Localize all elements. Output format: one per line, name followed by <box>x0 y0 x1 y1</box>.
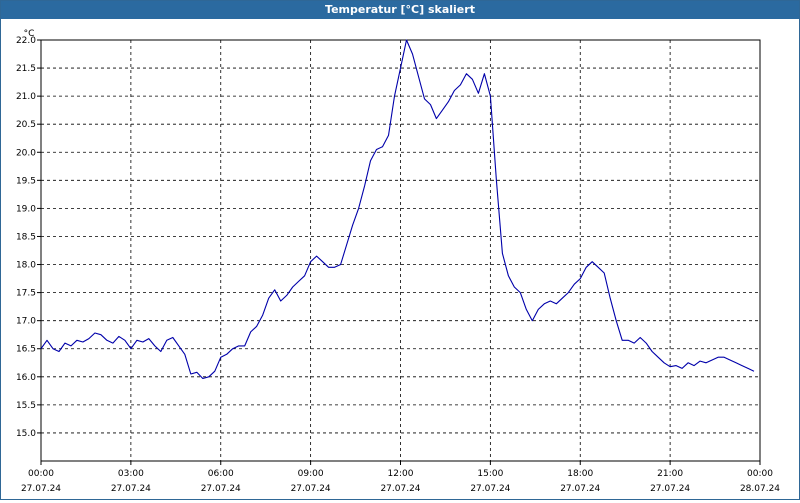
x-tick-date-label: 27.07.24 <box>291 484 331 494</box>
temperature-chart: 15.0 15.5 16.0 16.5 17.0 17.5 18.0 18.5 19.0 19.5… <box>16 29 780 494</box>
y-tick-label: 18.5 <box>16 232 36 242</box>
x-tick-date-label: 27.07.24 <box>650 484 690 494</box>
y-tick-label: 17.5 <box>16 289 36 299</box>
x-tick-date-label: 27.07.24 <box>470 484 510 494</box>
x-tick-date-label: 27.07.24 <box>201 484 241 494</box>
x-tick-time-label: 03:00 <box>118 469 144 479</box>
y-tick-label: 16.0 <box>16 373 36 383</box>
x-tick-date-label: 27.07.24 <box>111 484 151 494</box>
x-tick-date-label: 27.07.24 <box>21 484 61 494</box>
x-tick-time-label: 15:00 <box>477 469 503 479</box>
x-tick-time-label: 21:00 <box>657 469 683 479</box>
x-tick-time-label: 12:00 <box>388 469 414 479</box>
x-tick-date-label: 27.07.24 <box>380 484 420 494</box>
y-tick-label: 21.0 <box>16 92 36 102</box>
x-tick-time-label: 00:00 <box>747 469 773 479</box>
y-tick-label: 20.5 <box>16 120 36 130</box>
x-tick-time-label: 00:00 <box>28 469 54 479</box>
y-axis-unit-label: °C <box>24 29 35 39</box>
y-tick-label: 19.5 <box>16 176 36 186</box>
x-tick-date-label: 28.07.24 <box>740 484 780 494</box>
y-tick-label: 19.0 <box>16 204 36 214</box>
y-tick-label: 15.5 <box>16 401 36 411</box>
y-tick-label: 21.5 <box>16 64 36 74</box>
x-tick-time-label: 18:00 <box>567 469 593 479</box>
y-tick-label: 16.5 <box>16 345 36 355</box>
x-tick-time-label: 09:00 <box>298 469 324 479</box>
chart-window: Temperatur [°C] skaliert 15.0 15.5 16.0 16.… <box>0 0 800 500</box>
y-tick-label: 20.0 <box>16 148 36 158</box>
x-tick-time-label: 06:00 <box>208 469 234 479</box>
x-tick-date-label: 27.07.24 <box>560 484 600 494</box>
window-title: Temperatur [°C] skaliert <box>1 1 799 19</box>
y-tick-label: 15.0 <box>16 429 36 439</box>
y-tick-label: 17.0 <box>16 317 36 327</box>
y-tick-label: 18.0 <box>16 261 36 271</box>
temperature-line <box>40 39 755 380</box>
